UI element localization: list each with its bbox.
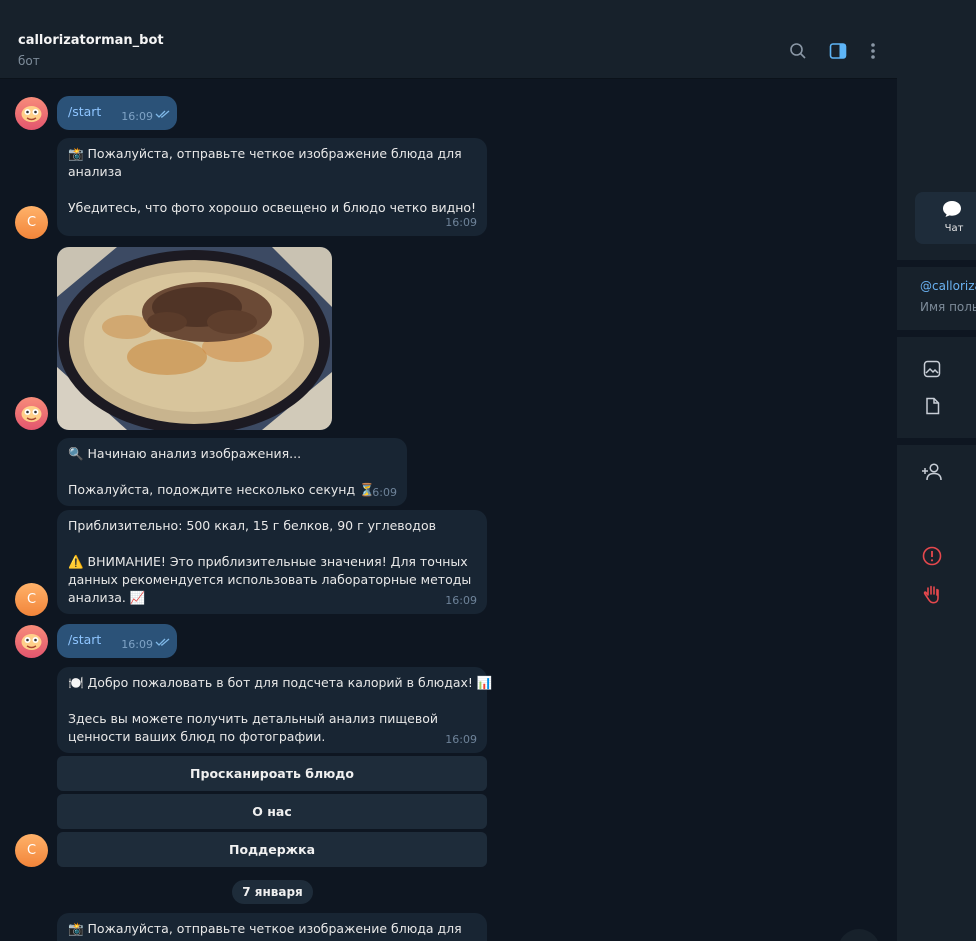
message-line: [68, 692, 476, 710]
message-bubble-incoming[interactable]: 📸 Пожалуйста, отправьте четкое изображен…: [57, 913, 487, 941]
message-bubble-incoming[interactable]: 🍽️ Добро пожаловать в бот для подсчета к…: [57, 667, 493, 753]
bot-avatar[interactable]: C: [15, 583, 48, 616]
user-avatar[interactable]: [15, 97, 48, 130]
chat-action-button[interactable]: Чат: [915, 192, 976, 244]
message-bubble-incoming[interactable]: Приблизительно: 500 ккал, 15 г белков, 9…: [57, 510, 487, 614]
chat-action-label: Чат: [944, 223, 964, 234]
message-line: Убедитесь, что фото хорошо освещено и бл…: [68, 200, 477, 215]
block-hand-icon[interactable]: [921, 583, 943, 605]
keyboard-button-about[interactable]: О нас: [57, 794, 487, 829]
keyboard-button-support[interactable]: Поддержка: [57, 832, 487, 867]
message-line: ⚠️ ВНИМАНИЕ! Это приблизительные значени…: [68, 554, 468, 569]
double-check-icon: [155, 634, 171, 652]
bot-avatar[interactable]: C: [15, 834, 48, 867]
message-time: 16:09: [121, 110, 153, 123]
message-line: данных рекомендуется использовать лабора…: [68, 572, 472, 587]
message-line: Здесь вы можете получить детальный анали…: [68, 711, 438, 726]
message-line: 📸 Пожалуйста, отправьте четкое изображен…: [68, 146, 462, 161]
food-photo[interactable]: [57, 247, 332, 430]
double-check-icon: [155, 106, 171, 124]
message-line: анализа. 📈: [68, 590, 146, 605]
sidebar-toggle-icon[interactable]: [827, 40, 849, 62]
message-line: 🍽️ Добро пожаловать в бот для подсчета к…: [68, 675, 493, 690]
divider: [897, 330, 976, 337]
message-time: 16:09: [445, 733, 477, 746]
chat-header: callorizatorman_bot бот: [0, 24, 897, 79]
bot-avatar[interactable]: C: [15, 206, 48, 239]
file-icon[interactable]: [921, 395, 943, 417]
message-bubble-incoming[interactable]: 📸 Пожалуйста, отправьте четкое изображен…: [57, 138, 487, 236]
message-time: 16:09: [121, 638, 153, 651]
scroll-down-button[interactable]: [838, 929, 880, 941]
message-bubble-outgoing[interactable]: /start 16:09: [57, 96, 177, 130]
message-line: 📸 Пожалуйста, отправьте четкое изображен…: [68, 921, 462, 936]
date-divider: 7 января: [232, 880, 313, 904]
chat-bubble-icon: [942, 200, 962, 222]
search-icon[interactable]: [787, 40, 809, 62]
add-user-icon[interactable]: [921, 461, 943, 483]
keyboard-button-scan[interactable]: Просканироать блюдо: [57, 756, 487, 791]
message-line: Приблизительно: 500 ккал, 15 г белков, 9…: [68, 518, 436, 533]
more-vertical-icon[interactable]: [862, 40, 884, 62]
message-time: 16:09: [445, 216, 477, 229]
message-line: ценности ваших блюд по фотографии.: [68, 729, 326, 744]
message-time: 16:09: [445, 594, 477, 607]
message-line: анализа: [68, 164, 122, 179]
divider: [897, 438, 976, 445]
divider: [897, 260, 976, 267]
info-panel: Чат @callorizat Имя поль: [897, 24, 976, 941]
message-line: 🔍 Начинаю анализ изображения...: [68, 446, 302, 461]
user-avatar[interactable]: [15, 625, 48, 658]
message-bubble-incoming[interactable]: 🔍 Начинаю анализ изображения... Пожалуйс…: [57, 438, 407, 506]
image-icon[interactable]: [921, 358, 943, 380]
report-icon[interactable]: [921, 545, 943, 567]
message-line: [68, 181, 476, 199]
window-top-strip: [0, 0, 976, 24]
chat-area: callorizatorman_bot бот /start 16:09 📸 П…: [0, 24, 897, 941]
message-line: Пожалуйста, подождите несколько секунд ⏳: [68, 482, 375, 497]
message-line: [68, 535, 476, 553]
username-label: Имя поль: [920, 300, 976, 314]
username-link[interactable]: @callorizat: [920, 279, 976, 293]
chat-subtitle: бот: [18, 54, 40, 68]
message-line: [68, 463, 396, 481]
user-avatar[interactable]: [15, 397, 48, 430]
chat-title[interactable]: callorizatorman_bot: [18, 33, 164, 48]
message-time: 16:09: [365, 486, 397, 499]
message-bubble-outgoing[interactable]: /start 16:09: [57, 624, 177, 658]
